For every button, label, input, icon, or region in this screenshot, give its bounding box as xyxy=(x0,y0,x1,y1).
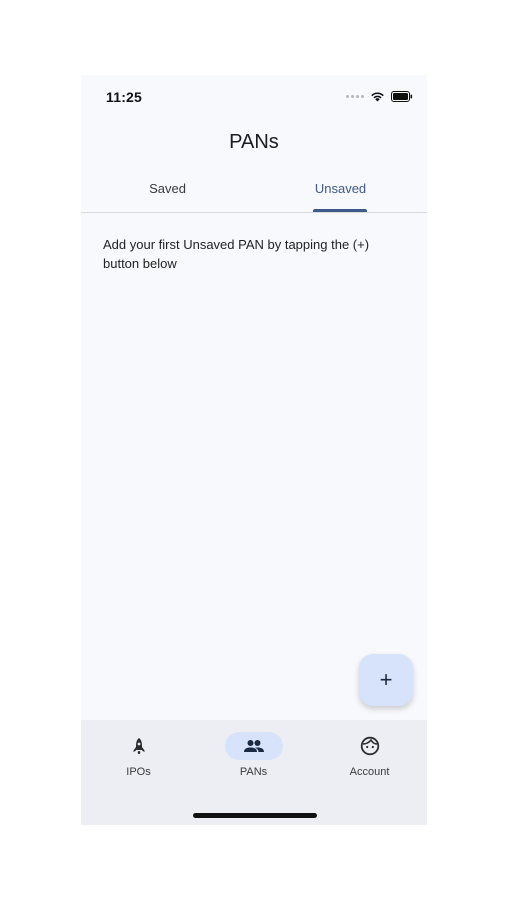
nav-pill-ipos xyxy=(110,732,168,760)
page-title: PANs xyxy=(229,131,279,153)
phone-screen: 11:25 PANs Saved Unsaved Add your first … xyxy=(81,75,427,825)
tab-unsaved[interactable]: Unsaved xyxy=(254,171,427,212)
nav-label-account: Account xyxy=(349,766,390,778)
face-icon xyxy=(360,736,379,756)
empty-state-message: Add your first Unsaved PAN by tapping th… xyxy=(103,237,370,271)
bottom-navigation: IPOs PANs Account xyxy=(81,720,427,825)
signal-dots-icon xyxy=(346,95,364,98)
home-indicator[interactable] xyxy=(193,813,317,818)
active-tab-indicator xyxy=(313,209,367,212)
wifi-icon xyxy=(371,92,384,102)
plus-icon: + xyxy=(379,667,393,692)
nav-label-pans: PANs xyxy=(239,766,268,778)
add-pan-button[interactable]: + xyxy=(359,654,413,706)
nav-pill-pans xyxy=(224,732,283,760)
tab-saved[interactable]: Saved xyxy=(81,171,254,212)
nav-item-pans[interactable]: PANs xyxy=(196,732,311,782)
nav-pill-account xyxy=(341,732,399,760)
nav-item-account[interactable]: Account xyxy=(312,732,427,782)
rocket-icon xyxy=(133,738,144,754)
status-icons xyxy=(346,91,413,102)
battery-icon xyxy=(391,91,413,102)
status-time: 11:25 xyxy=(106,89,143,105)
nav-item-ipos[interactable]: IPOs xyxy=(81,732,196,782)
people-icon xyxy=(243,740,264,752)
status-bar: 11:25 xyxy=(81,75,427,119)
nav-label-ipos: IPOs xyxy=(126,766,151,778)
tab-bar: Saved Unsaved xyxy=(81,171,427,213)
